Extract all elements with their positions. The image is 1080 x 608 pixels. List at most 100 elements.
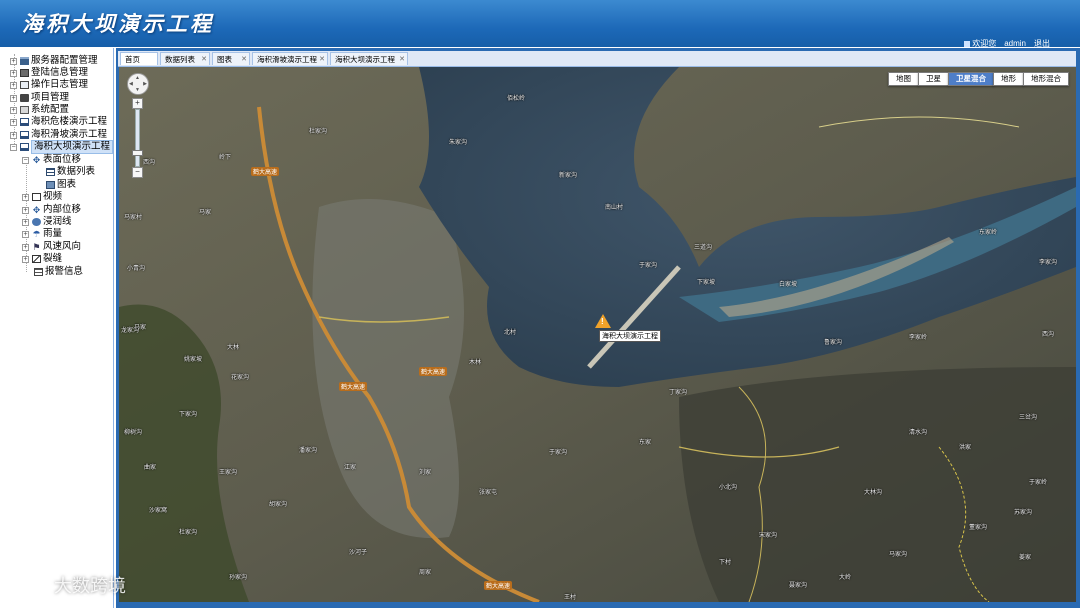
collapse-icon[interactable]: −	[10, 143, 17, 151]
map-type-terrain-hybrid[interactable]: 地形混合	[1023, 72, 1069, 86]
sidebar-item-building-project[interactable]: + 海积危楼演示工程	[10, 116, 107, 128]
sidebar-item-rainfall[interactable]: + ☂ 雨量	[22, 228, 62, 240]
close-icon[interactable]: ✕	[241, 53, 247, 66]
place-label: 花家沟	[231, 375, 250, 381]
tab-home[interactable]: 首页	[120, 52, 158, 65]
sidebar-item-video[interactable]: + 视频	[22, 191, 62, 203]
place-label: 大岭	[839, 575, 852, 581]
move-icon: ✥	[32, 205, 41, 215]
marker-label[interactable]: 海积大坝演示工程	[599, 330, 661, 342]
place-label: 木林	[469, 360, 482, 366]
main-panel: 首页 数据列表 ✕ 图表 ✕ 海积滑坡演示工程 ✕ 海积大坝演示工程 ✕ 佰松岭…	[116, 48, 1080, 608]
place-label: 姚家坡	[184, 357, 203, 363]
watermark-logo-icon	[8, 572, 50, 598]
config-icon	[20, 106, 29, 114]
tab-chart[interactable]: 图表 ✕	[212, 52, 250, 65]
sidebar-item-data-list[interactable]: 数据列表	[46, 166, 95, 178]
pan-left-icon[interactable]: ◀	[129, 81, 133, 87]
map-type-terrain[interactable]: 地形	[993, 72, 1024, 86]
expand-icon[interactable]: +	[22, 230, 29, 238]
sidebar-item-operation-log[interactable]: + 操作日志管理	[10, 79, 88, 91]
close-icon[interactable]: ✕	[399, 53, 405, 66]
place-label: 西沟	[1042, 332, 1055, 338]
close-icon[interactable]: ✕	[201, 53, 207, 66]
monitor-icon	[20, 118, 29, 126]
expand-icon[interactable]: +	[10, 118, 17, 126]
sidebar-item-wind[interactable]: + ⚑ 风速风向	[22, 241, 81, 253]
zoom-slider-handle[interactable]	[132, 150, 143, 156]
expand-icon[interactable]: +	[22, 206, 29, 214]
place-label: 三道沟	[694, 245, 713, 251]
expand-icon[interactable]: +	[22, 218, 29, 226]
expand-icon[interactable]: +	[10, 131, 17, 139]
dam-warning-marker[interactable]: !	[595, 314, 611, 328]
expand-icon[interactable]: +	[10, 94, 17, 102]
sidebar-item-system-config[interactable]: + 系统配置	[10, 104, 69, 116]
expand-icon[interactable]: +	[22, 243, 29, 251]
username: admin	[1004, 39, 1026, 48]
expand-icon[interactable]: +	[10, 57, 17, 65]
expand-icon[interactable]: +	[10, 106, 17, 114]
place-label: 孙家沟	[229, 575, 248, 581]
place-label: 大林沟	[864, 490, 883, 496]
place-label: 朱家沟	[449, 140, 468, 146]
place-label: 清水沟	[909, 430, 928, 436]
map-type-satellite[interactable]: 卫星	[918, 72, 949, 86]
place-label: 胡家沟	[269, 502, 288, 508]
place-label: 于家岭	[1029, 480, 1048, 486]
sidebar-item-internal-displacement[interactable]: + ✥ 内部位移	[22, 204, 81, 216]
place-label: 董家沟	[969, 525, 988, 531]
close-icon[interactable]: ✕	[319, 53, 325, 66]
place-label: 杜家沟	[179, 530, 198, 536]
satellite-map[interactable]: 佰松岭 杜家沟 岭下 朱家沟 西沟 新家沟 马家村 马家 小青沟 南山村 于家沟…	[119, 67, 1076, 602]
expand-icon[interactable]: +	[10, 69, 17, 77]
sidebar-item-seepage-line[interactable]: + 浸润线	[22, 216, 72, 228]
place-label: 沙家窝	[149, 508, 168, 514]
place-label: 白家坡	[779, 282, 798, 288]
map-type-switcher: 地图 卫星 卫星混合 地形 地形混合	[888, 72, 1069, 86]
expand-icon[interactable]: +	[22, 255, 29, 263]
tab-data-list[interactable]: 数据列表 ✕	[160, 52, 210, 65]
place-label: 李家岭	[909, 335, 928, 341]
zoom-out-button[interactable]: −	[132, 167, 143, 178]
road-label: 鹤大高速	[251, 167, 280, 176]
place-label: 马家	[199, 210, 212, 216]
map-type-map[interactable]: 地图	[888, 72, 919, 86]
expand-icon[interactable]: +	[22, 193, 29, 201]
pan-right-icon[interactable]: ▶	[143, 81, 147, 87]
sidebar-item-alarm-info[interactable]: 报警信息	[34, 266, 83, 278]
wind-icon: ⚑	[32, 242, 41, 252]
zoom-slider[interactable]	[132, 109, 143, 167]
sidebar-item-crack[interactable]: + 裂缝	[22, 253, 62, 265]
expand-icon[interactable]: +	[10, 81, 17, 89]
zoom-in-button[interactable]: +	[132, 98, 143, 109]
place-label: 李家沟	[1039, 260, 1058, 266]
video-icon	[32, 193, 41, 201]
sidebar-item-project[interactable]: + 项目管理	[10, 92, 69, 104]
collapse-icon[interactable]: −	[22, 156, 29, 164]
place-label: 佰松岭	[507, 96, 526, 102]
move-icon: ✥	[32, 155, 41, 165]
sidebar-item-surface-displacement[interactable]: − ✥ 表面位移	[22, 154, 81, 166]
pan-up-icon[interactable]: ▲	[135, 75, 140, 81]
tab-landslide-project[interactable]: 海积滑坡演示工程 ✕	[252, 52, 328, 65]
project-icon	[20, 94, 29, 102]
place-label: 张家屯	[479, 490, 498, 496]
pan-control[interactable]: ▲ ▼ ◀ ▶	[127, 73, 149, 95]
place-label: 龙家沟	[121, 328, 140, 334]
sidebar-item-login-info[interactable]: + 登陆信息管理	[10, 67, 88, 79]
place-label: 刘家	[419, 470, 432, 476]
sidebar-item-dam-project[interactable]: − 海积大坝演示工程	[10, 140, 114, 154]
place-label: 下家坡	[697, 280, 716, 286]
place-label: 周家	[419, 570, 432, 576]
sidebar-item-chart[interactable]: 图表	[46, 179, 76, 191]
sidebar-item-server-config[interactable]: + 服务器配置管理	[10, 55, 98, 67]
map-type-hybrid[interactable]: 卫星混合	[948, 72, 994, 86]
tab-dam-project[interactable]: 海积大坝演示工程 ✕	[330, 52, 408, 65]
place-label: 岭下	[219, 155, 232, 161]
place-label: 于家沟	[639, 263, 658, 269]
pan-down-icon[interactable]: ▼	[135, 87, 140, 93]
place-label: 南山村	[605, 205, 624, 211]
monitor-icon	[20, 131, 29, 139]
tab-bar: 首页 数据列表 ✕ 图表 ✕ 海积滑坡演示工程 ✕ 海积大坝演示工程 ✕	[118, 51, 1076, 67]
